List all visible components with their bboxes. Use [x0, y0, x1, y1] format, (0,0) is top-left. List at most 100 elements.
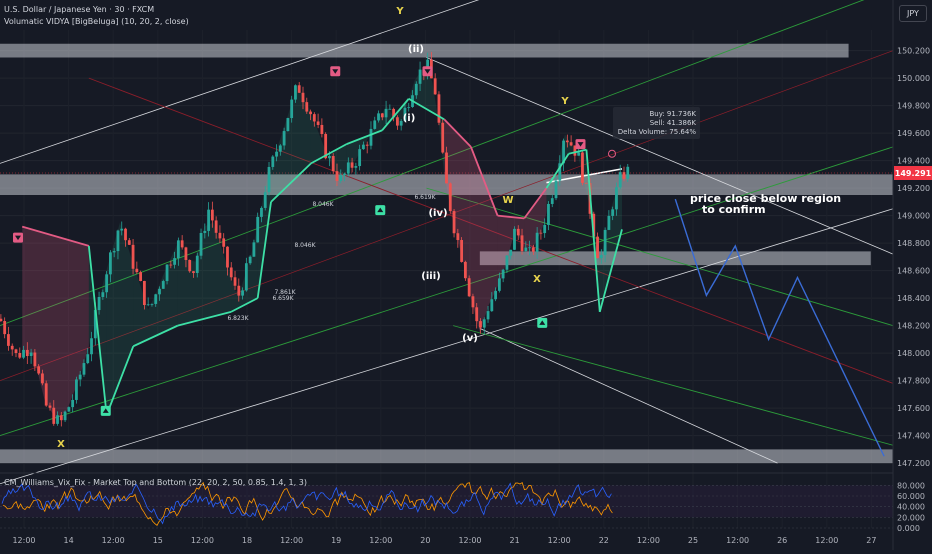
- time-tick-label: 27: [866, 536, 876, 545]
- candle-body: [22, 349, 25, 358]
- candle-body: [154, 294, 158, 304]
- delta-volume-stat: Buy: 91.736K: [649, 110, 696, 118]
- time-tick-label: 12:00: [369, 536, 392, 545]
- delta-volume-stat: Sell: 41.386K: [650, 119, 697, 127]
- wave-label: (ii): [408, 44, 424, 55]
- volume-label: 8.046K: [294, 242, 316, 249]
- time-tick-label: 12:00: [548, 536, 571, 545]
- time-tick-label: 12:00: [102, 536, 125, 545]
- candle-body: [471, 296, 475, 308]
- candle-body: [441, 122, 445, 153]
- candle-body: [343, 173, 346, 176]
- price-tick-label: 147.800: [897, 377, 930, 386]
- candle-body: [71, 399, 75, 408]
- candle-body: [528, 247, 531, 249]
- osc-tick-label: 80.000: [897, 481, 925, 490]
- candle-body: [339, 175, 343, 181]
- osc-band: [0, 485, 893, 518]
- candle-body: [173, 258, 177, 265]
- candle-body: [63, 411, 67, 421]
- candle-body: [531, 247, 535, 252]
- candle-body: [109, 252, 112, 275]
- candle-body: [278, 145, 282, 152]
- price-tick-label: 147.400: [897, 432, 930, 441]
- candle-body: [384, 108, 388, 118]
- time-tick-label: 15: [153, 536, 163, 545]
- candle-body: [505, 255, 509, 270]
- candle-body: [550, 198, 554, 204]
- currency-button[interactable]: JPY: [899, 5, 927, 22]
- wave-label: W: [502, 195, 513, 206]
- candle-body: [490, 299, 494, 312]
- candle-body: [513, 228, 516, 250]
- zone-rect: [0, 43, 849, 58]
- time-tick-label: 12:00: [280, 536, 303, 545]
- candle-body: [263, 192, 267, 208]
- candle-body: [29, 352, 33, 357]
- candle-body: [139, 272, 143, 281]
- candle-body: [176, 240, 180, 259]
- candle-body: [599, 254, 603, 259]
- volume-label: 8.046K: [312, 201, 334, 208]
- candle-body: [271, 156, 275, 167]
- candle-body: [25, 349, 29, 357]
- candle-body: [596, 236, 599, 259]
- candle-body: [565, 140, 569, 143]
- wave-label: Y: [560, 96, 569, 107]
- price-tick-label: 148.400: [897, 294, 930, 303]
- candle-body: [229, 267, 233, 278]
- time-tick-label: 14: [64, 536, 74, 545]
- candle-body: [335, 171, 339, 181]
- price-chart[interactable]: Y (ii) (i) (iv) (iii) (v) W Y X X 8.046K 6.619K 8.04…: [0, 0, 932, 550]
- candle-body: [479, 321, 482, 328]
- candle-body: [380, 113, 384, 118]
- candle-body: [101, 292, 105, 297]
- candle-body: [112, 251, 116, 253]
- osc-tick-label: 20.000: [897, 513, 925, 522]
- candle-body: [14, 349, 18, 354]
- candle-body: [388, 108, 392, 110]
- candle-body: [52, 407, 56, 424]
- candle-body: [241, 290, 244, 296]
- candle-body: [188, 259, 192, 272]
- time-tick-label: 22: [599, 536, 609, 545]
- price-tick-label: 149.800: [897, 102, 930, 111]
- candle-body: [248, 256, 252, 264]
- candle-body: [346, 162, 350, 174]
- candle-body: [309, 111, 312, 115]
- candle-body: [59, 415, 63, 421]
- candle-body: [78, 374, 82, 380]
- candle-body: [192, 271, 195, 273]
- wave-label: Y: [395, 6, 404, 17]
- candle-body: [165, 264, 169, 282]
- candle-body: [615, 187, 618, 210]
- chart-area[interactable]: Y (ii) (i) (iv) (iii) (v) W Y X X 8.046K 6.619K 8.04…: [0, 0, 932, 550]
- candle-body: [407, 106, 411, 108]
- candle-body: [169, 264, 173, 266]
- candle-body: [445, 152, 448, 184]
- candle-body: [267, 166, 271, 193]
- candle-body: [282, 131, 286, 146]
- candle-body: [260, 207, 263, 217]
- candle-body: [577, 152, 581, 156]
- candle-body: [377, 113, 380, 121]
- time-tick-label: 12:00: [12, 536, 35, 545]
- delta-volume-stat: Delta Volume: 75.64%: [618, 128, 697, 136]
- price-tick-label: 148.800: [897, 239, 930, 248]
- candle-body: [252, 242, 256, 257]
- candle-body: [494, 290, 497, 300]
- candle-body: [207, 209, 210, 231]
- time-tick-label: 26: [777, 536, 787, 545]
- candle-body: [275, 151, 278, 157]
- candle-body: [362, 144, 365, 150]
- candle-body: [286, 118, 290, 132]
- time-tick-label: 12:00: [191, 536, 214, 545]
- candle-body: [396, 117, 399, 126]
- candle-body: [75, 379, 78, 400]
- candle-body: [233, 277, 237, 286]
- candle-body: [369, 128, 373, 146]
- candle-body: [120, 228, 124, 231]
- price-tick-label: 148.000: [897, 349, 930, 358]
- price-tick-label: 149.400: [897, 157, 930, 166]
- time-tick-label: 20: [420, 536, 430, 545]
